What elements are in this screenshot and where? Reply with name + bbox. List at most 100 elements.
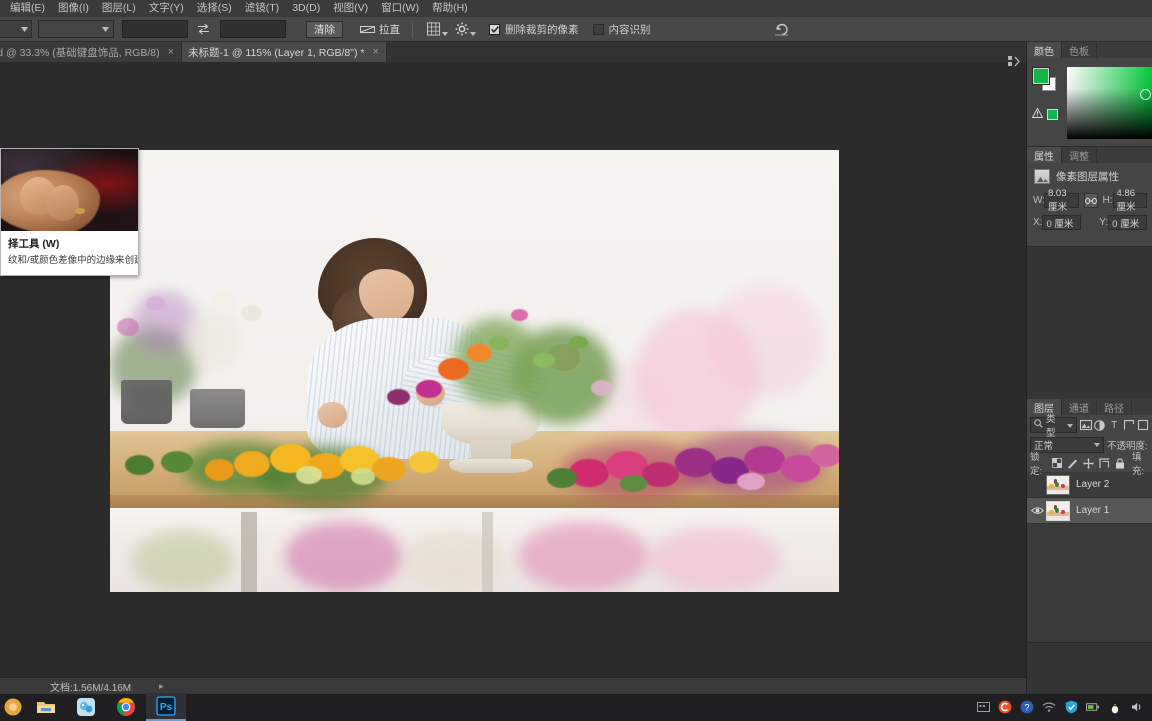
lock-transparency-icon[interactable]	[1051, 455, 1063, 471]
tray-volume-icon[interactable]	[1130, 700, 1144, 714]
close-icon[interactable]: ×	[372, 47, 378, 58]
lock-artboard-icon[interactable]	[1098, 455, 1110, 471]
crop-width-input[interactable]	[122, 20, 188, 38]
layer-list[interactable]: Layer 2 Layer 1	[1027, 472, 1152, 642]
tray-shield-icon[interactable]	[1064, 700, 1078, 714]
menu-window[interactable]: 窗口(W)	[375, 0, 426, 17]
menu-view[interactable]: 视图(V)	[327, 0, 375, 17]
layer-thumbnail[interactable]	[1046, 500, 1070, 521]
tray-penguin-icon[interactable]	[1108, 700, 1122, 714]
lock-image-icon[interactable]	[1067, 455, 1079, 471]
crop-ratio-select[interactable]	[38, 20, 114, 38]
crop-grid-overlay-icon[interactable]	[427, 20, 448, 38]
panel-tab-filler	[1132, 399, 1152, 415]
width-field[interactable]: 8.03 厘米	[1044, 188, 1079, 213]
tool-preset-picker[interactable]	[0, 20, 32, 38]
tool-preview-animation	[1, 149, 138, 231]
clear-button[interactable]: 清除	[306, 20, 343, 38]
eye-icon[interactable]	[1029, 506, 1046, 515]
tray-keyboard-icon[interactable]	[976, 700, 990, 714]
tray-network-icon[interactable]	[1042, 700, 1056, 714]
gamut-substitute-swatch[interactable]	[1047, 109, 1058, 120]
swap-arrows-icon[interactable]	[194, 20, 212, 38]
content-aware-checkbox[interactable]: 内容识别	[592, 22, 651, 37]
chevron-down-icon	[470, 27, 476, 39]
reset-undo-icon[interactable]	[771, 19, 793, 39]
x-field[interactable]: 0 厘米	[1042, 215, 1082, 230]
document-tab-untitled-1[interactable]: 未标题-1 @ 115% (Layer 1, RGB/8") * ×	[182, 42, 387, 62]
layer-filter-type-select[interactable]: 类型	[1030, 414, 1078, 439]
panel-tab-swatches[interactable]: 色板	[1062, 42, 1097, 58]
crop-height-input[interactable]	[220, 20, 286, 38]
chevron-right-icon[interactable]: ▸	[159, 681, 164, 692]
taskbar-chrome-icon[interactable]	[106, 694, 146, 720]
panel-tab-paths[interactable]: 路径	[1097, 399, 1132, 415]
menu-image[interactable]: 图像(I)	[52, 0, 96, 17]
taskbar-app-blue-icon[interactable]	[66, 694, 106, 720]
collapse-panels-button[interactable]	[1002, 52, 1026, 70]
properties-panel-body: 像素图层属性 W: 8.03 厘米 H: 4.86 厘米 X: 0 厘米 Y: …	[1027, 163, 1152, 246]
taskbar-photoshop-icon[interactable]: Ps	[146, 693, 186, 721]
size-row: W: 8.03 厘米 H: 4.86 厘米	[1033, 188, 1147, 213]
color-ramp[interactable]	[1067, 67, 1152, 139]
tray-sogou-icon[interactable]	[998, 700, 1012, 714]
photoshop-window: 编辑(E) 图像(I) 图层(L) 文字(Y) 选择(S) 滤镜(T) 3D(D) 视图(V)…	[0, 0, 1152, 721]
panel-tab-properties[interactable]: 属性	[1027, 147, 1062, 163]
status-document-size: 文档:1.56M/4.16M	[50, 682, 132, 694]
delete-cropped-pixels-checkbox[interactable]: 删除裁剪的像素	[489, 22, 579, 37]
filter-type-icon[interactable]: T	[1108, 417, 1120, 433]
panel-tab-channels[interactable]: 通道	[1062, 399, 1097, 415]
gamut-warning-row[interactable]	[1031, 107, 1058, 121]
link-aspect-icon[interactable]	[1083, 193, 1098, 208]
y-label: Y:	[1099, 217, 1109, 228]
panel-tab-color[interactable]: 颜色	[1027, 42, 1062, 58]
filter-adjustment-icon[interactable]	[1094, 417, 1106, 433]
svg-text:Ps: Ps	[160, 702, 173, 713]
menu-select[interactable]: 选择(S)	[191, 0, 239, 17]
panel-tab-adjustments[interactable]: 调整	[1062, 147, 1097, 163]
height-field[interactable]: 4.86 厘米	[1112, 188, 1147, 213]
menu-layer[interactable]: 图层(L)	[96, 0, 143, 17]
width-label: W:	[1033, 195, 1046, 206]
panel-tab-filler	[1097, 42, 1152, 58]
filter-pixel-icon[interactable]	[1079, 417, 1092, 433]
layer-name: Layer 1	[1076, 505, 1110, 516]
filter-smart-object-icon[interactable]	[1137, 417, 1149, 433]
canvas-work-area[interactable]	[0, 62, 1026, 677]
layer-filter-label: 类型	[1046, 414, 1056, 439]
menu-filter[interactable]: 滤镜(T)	[239, 0, 286, 17]
gear-icon[interactable]	[455, 20, 476, 39]
checkbox-unchecked-icon	[592, 23, 604, 35]
position-row: X: 0 厘米 Y: 0 厘米	[1033, 215, 1147, 230]
layers-panel-body: 类型 T 正常 不透明度: 锁定: 填充: Layer 2 Layer 1	[1027, 414, 1152, 642]
menu-3d[interactable]: 3D(D)	[286, 0, 327, 17]
menu-type[interactable]: 文字(Y)	[143, 0, 191, 17]
menu-help[interactable]: 帮助(H)	[426, 0, 475, 17]
close-icon[interactable]: ×	[168, 47, 174, 58]
foreground-color-swatch[interactable]	[1032, 67, 1050, 85]
delete-cropped-pixels-label: 删除裁剪的像素	[505, 23, 579, 36]
properties-header: 像素图层属性	[1027, 163, 1152, 189]
image-canvas[interactable]	[110, 150, 839, 592]
taskbar-start-icon[interactable]	[0, 694, 26, 720]
tray-battery-icon[interactable]	[1086, 700, 1100, 714]
filter-shape-icon[interactable]	[1122, 417, 1134, 433]
straighten-label[interactable]: 拉直	[379, 20, 400, 38]
divider	[412, 20, 413, 38]
document-tab-keyboard[interactable]: sd @ 33.3% (基础键盘饰品, RGB/8) ×	[0, 42, 183, 62]
options-bar: 清除 拉直 删除裁剪的像素 内容识别	[0, 17, 1152, 42]
layer-thumbnail[interactable]	[1046, 474, 1070, 495]
y-field[interactable]: 0 厘米	[1108, 215, 1147, 230]
menu-edit[interactable]: 编辑(E)	[4, 0, 52, 17]
out-of-gamut-warning-icon	[1031, 107, 1044, 121]
taskbar-file-explorer-icon[interactable]	[26, 694, 66, 720]
straighten-icon[interactable]	[357, 20, 377, 38]
foreground-background-swatches[interactable]	[1032, 67, 1059, 92]
tray-help-icon[interactable]: ?	[1020, 700, 1034, 714]
lock-all-icon[interactable]	[1114, 455, 1126, 471]
canvas-photo	[110, 150, 839, 592]
layer-name: Layer 2	[1076, 479, 1110, 490]
layer-row[interactable]: Layer 1	[1027, 498, 1152, 524]
lock-position-icon[interactable]	[1083, 455, 1095, 471]
lock-label: 锁定:	[1030, 452, 1043, 477]
